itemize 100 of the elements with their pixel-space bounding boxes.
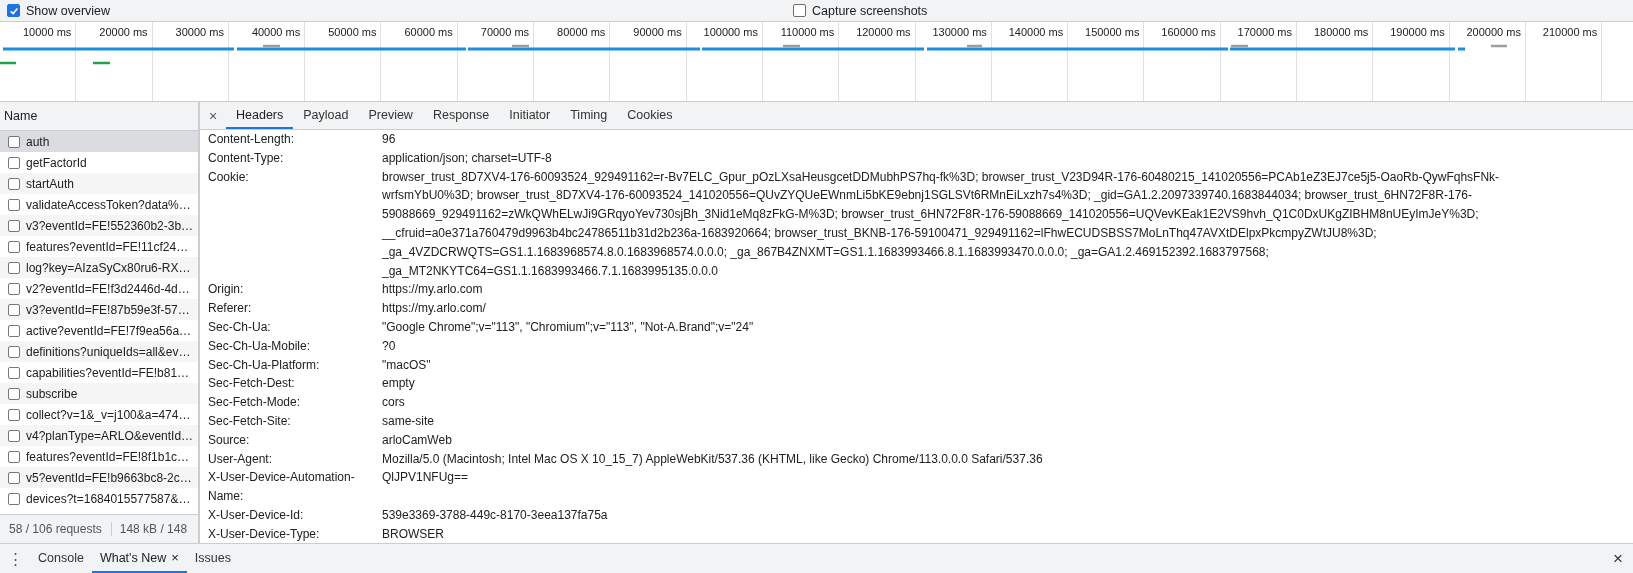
- tab[interactable]: Cookies: [617, 102, 683, 129]
- header-value: Mozilla/5.0 (Macintosh; Intel Mac OS X 10_15_7) AppleWebKit/537.36 (KHTML, like Gecko) Chrome/113.0.0.0 Safari/537.36: [382, 450, 1044, 468]
- header-name: Sec-Fetch-Site:: [208, 412, 292, 430]
- request-row[interactable]: v3?eventId=FE!552360b2-3b…: [0, 215, 198, 236]
- request-row[interactable]: definitions?uniqueIds=all&ev…: [0, 341, 198, 362]
- header-name: Content-Length:: [208, 131, 296, 148]
- checkbox[interactable]: [8, 471, 20, 484]
- request-name: v5?eventId=FE!b9663bc8-2c…: [26, 470, 192, 485]
- header-name: User-Agent:: [208, 450, 274, 468]
- header-name: Cookie:: [208, 168, 250, 186]
- checkbox[interactable]: [8, 387, 20, 400]
- checkbox[interactable]: [793, 4, 806, 17]
- header-name: Referer:: [208, 300, 253, 318]
- tick-label: 10000 ms: [23, 26, 72, 38]
- drawer-tab[interactable]: Issues: [186, 544, 239, 573]
- close-button[interactable]: ×: [1603, 544, 1633, 573]
- checkbox-label: Show overview: [26, 3, 111, 18]
- request-row[interactable]: capabilities?eventId=FE!b81…: [0, 362, 198, 383]
- request-name: v3?eventId=FE!552360b2-3b…: [26, 218, 194, 233]
- header-value: https://my.arlo.com: [382, 281, 484, 299]
- checkbox[interactable]: [8, 198, 20, 211]
- checkbox[interactable]: [8, 303, 20, 316]
- checkbox[interactable]: [8, 324, 20, 337]
- tab[interactable]: Headers: [226, 102, 294, 129]
- request-name: devices?t=1684015577587&…: [26, 491, 191, 506]
- request-row[interactable]: v4?planType=ARLO&eventId…: [0, 425, 198, 446]
- request-row[interactable]: getFactorId: [0, 152, 198, 173]
- header-name: Sec-Ch-Ua-Platform:: [208, 356, 321, 374]
- request-row[interactable]: log?key=AIzaSyCx80ru6-RX…: [0, 257, 198, 278]
- request-row[interactable]: features?eventId=FE!11cf24…: [0, 236, 198, 257]
- header-name: Sec-Ch-Ua:: [208, 318, 272, 336]
- tab[interactable]: Payload: [293, 102, 359, 129]
- tick-label: 160000 ms: [1161, 26, 1216, 38]
- request-name: v2?eventId=FE!f3d2446d-4d…: [26, 281, 190, 296]
- checkbox[interactable]: [8, 429, 20, 442]
- header-name: X-User-Device-Id:: [208, 506, 305, 524]
- request-row[interactable]: devices?t=1684015577587&…: [0, 488, 198, 509]
- tick-label: 20000 ms: [99, 26, 148, 38]
- tick-label: 140000 ms: [1008, 26, 1064, 38]
- checkbox[interactable]: [8, 408, 20, 421]
- checkbox[interactable]: [8, 450, 20, 463]
- header-value: arloCamWeb: [382, 431, 453, 449]
- checkbox[interactable]: [8, 282, 20, 295]
- drawer-tab[interactable]: What's New ×: [91, 544, 187, 573]
- request-row[interactable]: v3?eventId=FE!87b59e3f-57…: [0, 299, 198, 320]
- request-row[interactable]: v5?eventId=FE!b9663bc8-2c…: [0, 467, 198, 488]
- header-value: cors: [382, 394, 406, 412]
- request-name: v3?eventId=FE!87b59e3f-57…: [26, 302, 190, 317]
- header-value: 96: [382, 131, 397, 148]
- request-name: active?eventId=FE!7f9ea56a…: [26, 323, 192, 338]
- request-row[interactable]: startAuth: [0, 173, 198, 194]
- tab[interactable]: Response: [422, 102, 500, 129]
- tick-label: 110000 ms: [780, 26, 835, 38]
- tick-label: 130000 ms: [932, 26, 987, 38]
- tick-label: 90000 ms: [633, 26, 682, 38]
- request-name: validateAccessToken?data%…: [26, 197, 191, 212]
- header-name: Sec-Ch-Ua-Mobile:: [208, 337, 312, 355]
- tab[interactable]: Preview: [358, 102, 423, 129]
- request-row[interactable]: collect?v=1&_v=j100&a=474…: [0, 404, 198, 425]
- tick-label: 70000 ms: [480, 26, 530, 38]
- tab[interactable]: Timing: [560, 102, 618, 129]
- column-header[interactable]: Name: [0, 102, 198, 131]
- request-row[interactable]: features?eventId=FE!8f1b1c…: [0, 446, 198, 467]
- checkbox[interactable]: [8, 135, 20, 148]
- close-button[interactable]: ×: [200, 102, 226, 129]
- header-name: Source:: [208, 431, 251, 449]
- request-name: auth: [26, 134, 50, 149]
- request-row[interactable]: active?eventId=FE!7f9ea56a…: [0, 320, 198, 341]
- checkbox[interactable]: [8, 261, 20, 274]
- header-value: same-site: [382, 412, 435, 430]
- close-tab-button[interactable]: ×: [171, 550, 179, 565]
- request-row[interactable]: validateAccessToken?data%…: [0, 194, 198, 215]
- transfer-size: 148 kB / 148: [118, 522, 188, 536]
- tick-label: 100000 ms: [703, 26, 758, 38]
- tick-label: 190000 ms: [1390, 26, 1445, 38]
- tick-label: 120000 ms: [856, 26, 911, 38]
- checkbox[interactable]: [8, 156, 20, 169]
- request-name: getFactorId: [26, 155, 87, 170]
- request-row[interactable]: v2?eventId=FE!f3d2446d-4d…: [0, 278, 198, 299]
- checkbox[interactable]: [8, 240, 20, 253]
- checkbox[interactable]: [8, 366, 20, 379]
- header-value: "Google Chrome";v="113", "Chromium";v="113", "Not-A.Brand";v="24": [382, 318, 755, 336]
- checkbox[interactable]: [7, 4, 20, 17]
- header-name: Origin:: [208, 281, 245, 299]
- drawer-tab[interactable]: Console: [30, 544, 92, 573]
- checkbox[interactable]: [8, 345, 20, 358]
- checkbox[interactable]: [8, 219, 20, 232]
- request-name: v4?planType=ARLO&eventId…: [26, 428, 194, 443]
- header-name: X-User-Device-Type:: [208, 525, 321, 543]
- request-name: log?key=AIzaSyCx80ru6-RX…: [26, 260, 191, 275]
- request-row[interactable]: auth: [0, 131, 198, 152]
- header-name: Sec-Fetch-Mode:: [208, 394, 302, 412]
- header-value: 539e3369-3788-449c-8170-3eea137fa75a: [382, 506, 609, 524]
- tick-label: 200000 ms: [1466, 26, 1521, 38]
- checkbox[interactable]: [8, 177, 20, 190]
- checkbox[interactable]: [8, 492, 20, 505]
- tab[interactable]: Initiator: [499, 102, 561, 129]
- request-name: features?eventId=FE!11cf24…: [26, 239, 189, 254]
- request-name: features?eventId=FE!8f1b1c…: [26, 449, 190, 464]
- request-row[interactable]: subscribe: [0, 383, 198, 404]
